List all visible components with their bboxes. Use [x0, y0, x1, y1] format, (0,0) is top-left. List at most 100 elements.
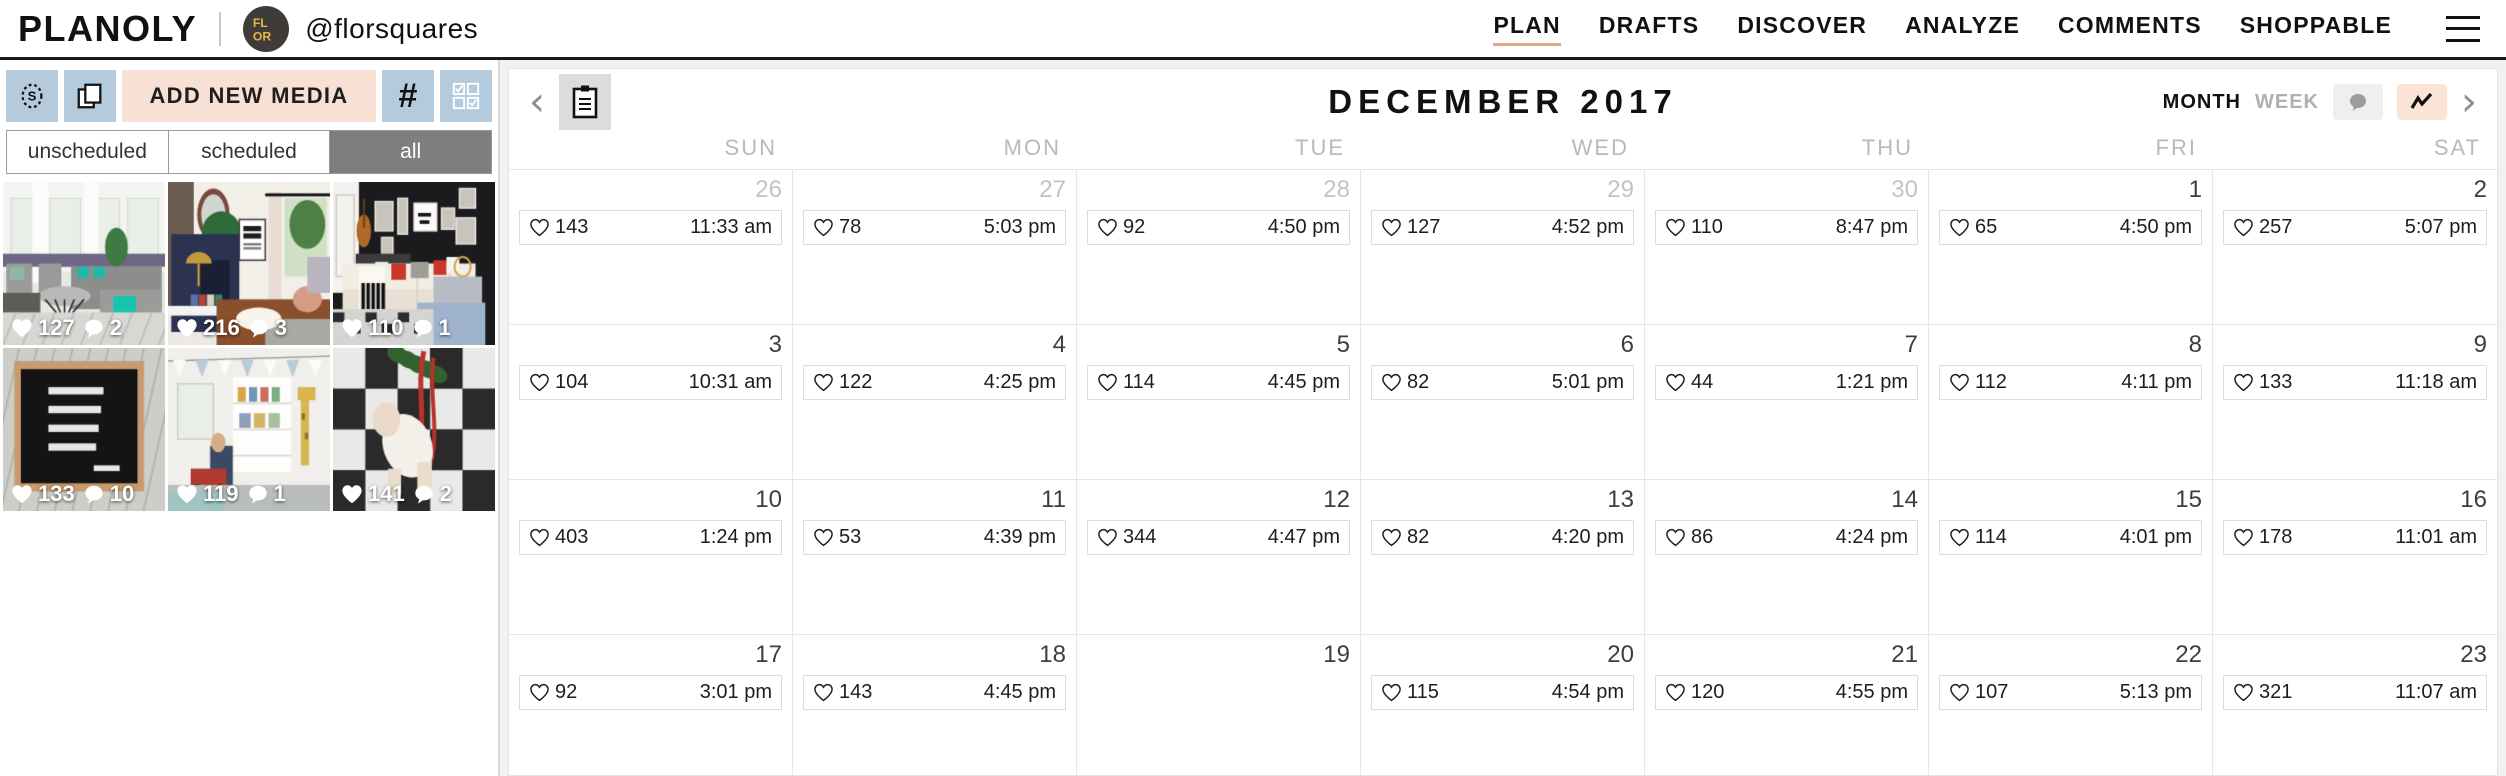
calendar-day-cell[interactable]: 41224:25 pm	[793, 325, 1077, 479]
calendar-day-cell[interactable]: 14864:24 pm	[1645, 480, 1929, 634]
chevron-left-icon[interactable]: ‹	[529, 82, 545, 122]
scheduled-post-chip[interactable]: 1204:55 pm	[1655, 675, 1918, 710]
comment-bubble-icon[interactable]	[2333, 84, 2383, 120]
scheduled-post-chip[interactable]: 441:21 pm	[1655, 365, 1918, 400]
calendar-day-cell[interactable]: 2614311:33 am	[509, 170, 793, 324]
account-handle[interactable]: @florsquares	[305, 13, 478, 45]
scheduled-post-chip[interactable]: 13311:18 am	[2223, 365, 2487, 400]
view-toggle-month[interactable]: MONTH	[2163, 91, 2241, 114]
scheduled-post-chip[interactable]: 534:39 pm	[803, 520, 1066, 555]
calendar-day-cell[interactable]: 301108:47 pm	[1645, 170, 1929, 324]
heart-outline-icon	[2233, 372, 2254, 393]
svg-text:S: S	[28, 89, 37, 104]
scheduled-post-chip[interactable]: 1144:45 pm	[1087, 365, 1350, 400]
media-thumbnail[interactable]: 1412	[333, 348, 495, 511]
calendar-day-cell[interactable]: 310410:31 am	[509, 325, 793, 479]
avatar[interactable]: FL OR	[243, 6, 289, 52]
calendar-day-cell[interactable]: 151144:01 pm	[1929, 480, 2213, 634]
shuffle-icon[interactable]: S	[6, 70, 58, 122]
calendar-day-cell[interactable]: 7441:21 pm	[1645, 325, 1929, 479]
scheduled-post-chip[interactable]: 1124:11 pm	[1939, 365, 2202, 400]
calendar-day-cell[interactable]: 11534:39 pm	[793, 480, 1077, 634]
clipboard-icon[interactable]	[559, 74, 611, 130]
filter-unscheduled[interactable]: unscheduled	[7, 131, 169, 173]
hamburger-icon[interactable]	[2446, 16, 2480, 42]
calendar-day-number: 16	[2223, 486, 2487, 514]
calendar-day-cell[interactable]: 201154:54 pm	[1361, 635, 1645, 775]
calendar-day-cell[interactable]: 1654:50 pm	[1929, 170, 2213, 324]
calendar-day-number: 9	[2223, 331, 2487, 359]
calendar-day-cell[interactable]: 9 13311:18 am	[2213, 325, 2497, 479]
hashtag-icon[interactable]: #	[382, 70, 434, 122]
calendar-day-cell[interactable]: 123444:47 pm	[1077, 480, 1361, 634]
scheduled-post-chip[interactable]: 923:01 pm	[519, 675, 782, 710]
calendar-day-cell[interactable]: 181434:45 pm	[793, 635, 1077, 775]
scheduled-post-chip[interactable]: 1108:47 pm	[1655, 210, 1918, 245]
calendar-day-cell[interactable]: 16 17811:01 am	[2213, 480, 2497, 634]
nav-item-discover[interactable]: DISCOVER	[1737, 12, 1867, 45]
filter-scheduled[interactable]: scheduled	[169, 131, 331, 173]
calendar-week-row: 104031:24 pm11534:39 pm123444:47 pm13824…	[509, 479, 2497, 634]
media-thumbnail[interactable]: 1191	[168, 348, 330, 511]
scheduled-post-chip[interactable]: 1144:01 pm	[1939, 520, 2202, 555]
scheduled-post-chip[interactable]: 10410:31 am	[519, 365, 782, 400]
analytics-chart-icon[interactable]	[2397, 84, 2447, 120]
scheduled-post-chip[interactable]: 825:01 pm	[1371, 365, 1634, 400]
multi-select-icon[interactable]	[440, 70, 492, 122]
sidebar-toolbar: S ADD NEW MEDIA #	[0, 60, 498, 122]
scheduled-post-chip[interactable]: 1224:25 pm	[803, 365, 1066, 400]
scheduled-post-chip[interactable]: 785:03 pm	[803, 210, 1066, 245]
media-thumbnail[interactable]: 1272	[3, 182, 165, 345]
scheduled-post-chip[interactable]: 1075:13 pm	[1939, 675, 2202, 710]
chevron-right-icon[interactable]: ›	[2461, 82, 2477, 122]
calendar-day-cell[interactable]: 13824:20 pm	[1361, 480, 1645, 634]
scheduled-post-chip[interactable]: 1434:45 pm	[803, 675, 1066, 710]
heart-outline-icon	[529, 217, 550, 238]
media-thumbnail[interactable]: 13310	[3, 348, 165, 511]
post-time: 4:11 pm	[2121, 371, 2192, 394]
duplicate-icon[interactable]	[64, 70, 116, 122]
view-toggle-week[interactable]: WEEK	[2255, 91, 2319, 114]
nav-item-comments[interactable]: COMMENTS	[2058, 12, 2202, 45]
scheduled-post-chip[interactable]: 1274:52 pm	[1371, 210, 1634, 245]
calendar-day-cell[interactable]: 27785:03 pm	[793, 170, 1077, 324]
scheduled-post-chip[interactable]: 14311:33 am	[519, 210, 782, 245]
nav-item-plan[interactable]: PLAN	[1493, 12, 1560, 45]
scheduled-post-chip[interactable]: 17811:01 am	[2223, 520, 2487, 555]
calendar-day-cell[interactable]: 104031:24 pm	[509, 480, 793, 634]
post-like-count: 403	[555, 526, 588, 549]
calendar-day-cell[interactable]: 6825:01 pm	[1361, 325, 1645, 479]
nav-item-analyze[interactable]: ANALYZE	[1905, 12, 2020, 45]
filter-all[interactable]: all	[330, 131, 491, 173]
post-like-stat: 178	[2233, 526, 2292, 549]
add-new-media-button[interactable]: ADD NEW MEDIA	[122, 70, 376, 122]
heart-outline-icon	[1097, 217, 1118, 238]
scheduled-post-chip[interactable]: 32111:07 am	[2223, 675, 2487, 710]
heart-outline-icon	[1381, 682, 1402, 703]
scheduled-post-chip[interactable]: 3444:47 pm	[1087, 520, 1350, 555]
brand-logo[interactable]: PLANOLY	[0, 11, 197, 47]
scheduled-post-chip[interactable]: 824:20 pm	[1371, 520, 1634, 555]
calendar-day-cell[interactable]: 28924:50 pm	[1077, 170, 1361, 324]
calendar-day-cell[interactable]: 221075:13 pm	[1929, 635, 2213, 775]
calendar-day-cell[interactable]: 22575:07 pm	[2213, 170, 2497, 324]
calendar-day-cell[interactable]: 291274:52 pm	[1361, 170, 1645, 324]
calendar-day-cell[interactable]: 51144:45 pm	[1077, 325, 1361, 479]
scheduled-post-chip[interactable]: 2575:07 pm	[2223, 210, 2487, 245]
scheduled-post-chip[interactable]: 654:50 pm	[1939, 210, 2202, 245]
post-like-stat: 403	[529, 526, 588, 549]
scheduled-post-chip[interactable]: 4031:24 pm	[519, 520, 782, 555]
nav-item-drafts[interactable]: DRAFTS	[1599, 12, 1699, 45]
scheduled-post-chip[interactable]: 864:24 pm	[1655, 520, 1918, 555]
calendar-day-cell[interactable]: 17923:01 pm	[509, 635, 793, 775]
media-thumbnail[interactable]: 2163	[168, 182, 330, 345]
heart-outline-icon	[2233, 527, 2254, 548]
calendar-day-cell[interactable]: 211204:55 pm	[1645, 635, 1929, 775]
calendar-day-cell[interactable]: 2332111:07 am	[2213, 635, 2497, 775]
scheduled-post-chip[interactable]: 924:50 pm	[1087, 210, 1350, 245]
nav-item-shoppable[interactable]: SHOPPABLE	[2240, 12, 2392, 45]
media-thumbnail[interactable]: 1101	[333, 182, 495, 345]
calendar-day-cell[interactable]: 19	[1077, 635, 1361, 775]
calendar-day-cell[interactable]: 81124:11 pm	[1929, 325, 2213, 479]
scheduled-post-chip[interactable]: 1154:54 pm	[1371, 675, 1634, 710]
